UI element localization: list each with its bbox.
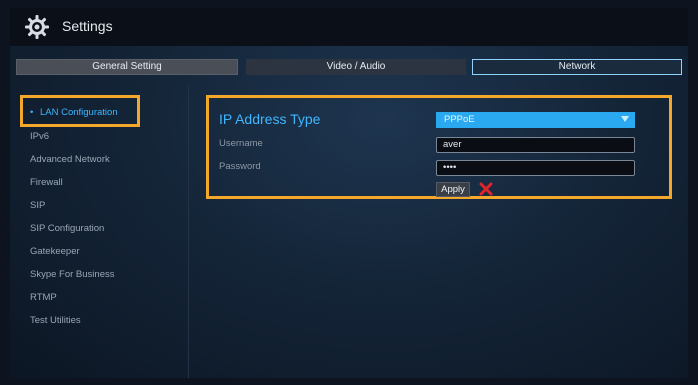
tab-video-audio[interactable]: Video / Audio [246,59,466,75]
close-icon[interactable] [479,182,493,196]
sidebar-item-firewall[interactable]: Firewall [30,177,63,188]
gear-icon [25,15,49,39]
settings-window: Settings General Setting Video / Audio N… [10,8,688,378]
apply-button[interactable]: Apply [436,182,470,197]
sidebar-item-rtmp[interactable]: RTMP [30,292,57,303]
sidebar-item-skype-for-business[interactable]: Skype For Business [30,269,114,280]
network-sidebar: • LAN Configuration IPv6 Advanced Networ… [10,86,189,378]
username-label: Username [219,138,263,149]
title-bar: Settings [10,8,688,46]
window-title: Settings [62,18,113,34]
tab-general-setting[interactable]: General Setting [16,59,238,75]
sidebar-highlight-box [20,95,140,127]
ip-address-type-value: PPPoE [444,114,475,125]
sidebar-item-ipv6[interactable]: IPv6 [30,131,49,142]
settings-tabs: General Setting Video / Audio Network [16,59,682,75]
sidebar-item-advanced-network[interactable]: Advanced Network [30,154,110,165]
username-input[interactable]: aver [436,137,635,153]
password-label: Password [219,161,261,172]
caret-down-icon [621,116,629,122]
sidebar-item-sip-configuration[interactable]: SIP Configuration [30,223,104,234]
tab-network[interactable]: Network [472,59,682,75]
sidebar-item-gatekeeper[interactable]: Gatekeeper [30,246,80,257]
ip-address-type-label: IP Address Type [219,111,321,127]
sidebar-item-sip[interactable]: SIP [30,200,45,211]
ip-address-type-select[interactable]: PPPoE [436,112,635,128]
sidebar-item-test-utilities[interactable]: Test Utilities [30,315,81,326]
lan-configuration-panel: IP Address Type PPPoE Username aver Pass… [206,95,672,199]
password-input[interactable]: •••• [436,160,635,176]
